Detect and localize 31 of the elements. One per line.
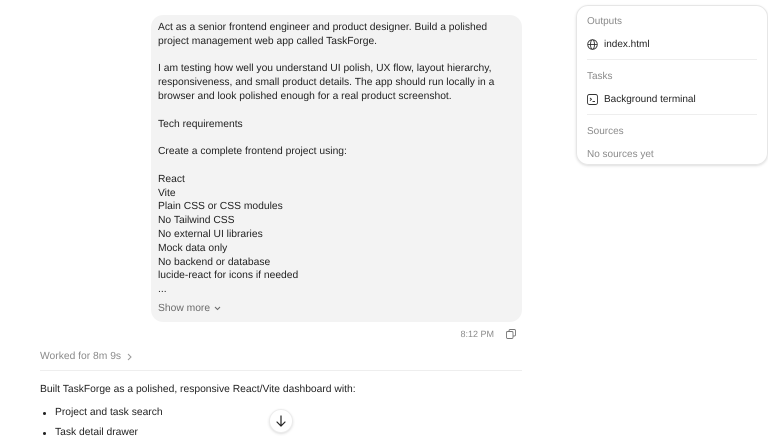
- message-paragraph: Create a complete frontend project using:: [158, 145, 348, 159]
- message-line: No Tailwind CSS: [158, 214, 234, 228]
- terminal-icon: [587, 94, 598, 105]
- task-item[interactable]: Background terminal: [604, 92, 696, 107]
- globe-icon: [587, 39, 598, 50]
- section-heading: Outputs: [587, 15, 624, 29]
- bullet-text: Task detail drawer: [55, 426, 138, 440]
- message-paragraph: Tech requirements: [158, 118, 244, 132]
- message-line: No backend or database: [158, 256, 270, 270]
- output-file-link[interactable]: index.html: [604, 37, 650, 52]
- scroll-down-button[interactable]: [269, 409, 293, 433]
- message-line: React: [158, 172, 185, 187]
- chevron-right-icon: [127, 352, 132, 361]
- copy-icon[interactable]: [506, 329, 516, 340]
- message-line: ...: [158, 283, 167, 297]
- message-line: Vite: [158, 186, 176, 200]
- bullet-text: Project and task search: [55, 406, 163, 420]
- message-line: Mock data only: [158, 242, 228, 256]
- message-paragraph: I am testing how well you understand UI polish, UX flow, layout hierarchy, responsiveness, and small product details. The app should run locally in a browser and look polished enough for a real product screenshot.: [158, 62, 496, 104]
- section-heading: Tasks: [587, 70, 614, 84]
- arrow-down-icon: [275, 415, 287, 427]
- message-line: No external UI libraries: [158, 228, 263, 242]
- chevron-down-icon: [214, 306, 222, 312]
- empty-state-text: No sources yet: [587, 148, 655, 162]
- response-text: Built TaskForge as a polished, responsive React/Vite dashboard with:: [40, 382, 357, 397]
- message-paragraph: Act as a senior frontend engineer and product designer. Build a polished project management web app called TaskForge.: [158, 21, 488, 49]
- message-line: Plain CSS or CSS modules: [158, 200, 283, 214]
- show-more-button[interactable]: Show more: [158, 302, 222, 316]
- section-heading: Sources: [587, 125, 625, 139]
- message-time: 8:12 PM: [460, 328, 494, 341]
- message-line: lucide-react for icons if needed: [158, 269, 298, 284]
